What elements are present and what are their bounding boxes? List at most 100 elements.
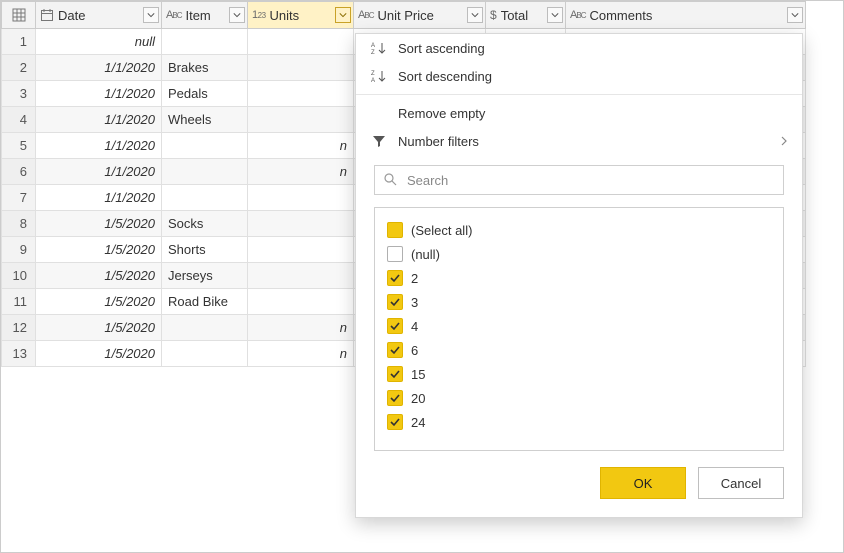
cell-date[interactable]: 1/5/2020 (36, 289, 162, 315)
row-number: 9 (2, 237, 36, 263)
cell-units[interactable] (248, 237, 354, 263)
filter-search-input[interactable] (405, 172, 775, 189)
cell-item[interactable]: Socks (162, 211, 248, 237)
cell-item[interactable]: Pedals (162, 81, 248, 107)
filter-value-row[interactable]: 6 (387, 338, 771, 362)
cell-units[interactable] (248, 81, 354, 107)
ok-button[interactable]: OK (600, 467, 686, 499)
menu-sort-descending[interactable]: ZA Sort descending (356, 62, 802, 90)
cell-item[interactable] (162, 315, 248, 341)
cell-date[interactable]: 1/5/2020 (36, 211, 162, 237)
column-header-total[interactable]: $ Total (486, 2, 566, 29)
filter-value-label: (Select all) (411, 223, 472, 238)
menu-remove-empty[interactable]: Remove empty (356, 99, 802, 127)
column-filter-button-units[interactable] (335, 7, 351, 23)
column-label: Units (270, 8, 331, 23)
column-header-date[interactable]: Date (36, 2, 162, 29)
text-type-icon: ABC (358, 9, 373, 21)
menu-label: Sort ascending (398, 41, 788, 56)
filter-value-label: (null) (411, 247, 440, 262)
cell-units[interactable]: n (248, 133, 354, 159)
cell-item[interactable] (162, 29, 248, 55)
column-header-comments[interactable]: ABC Comments (566, 2, 806, 29)
column-header-unit-price[interactable]: ABC Unit Price (354, 2, 486, 29)
column-filter-button-item[interactable] (229, 7, 245, 23)
cell-date[interactable]: 1/5/2020 (36, 263, 162, 289)
checkbox-icon[interactable] (387, 270, 403, 286)
svg-text:Z: Z (371, 71, 375, 77)
filter-value-row[interactable]: 2 (387, 266, 771, 290)
filter-value-row[interactable]: (null) (387, 242, 771, 266)
cell-date[interactable]: 1/5/2020 (36, 341, 162, 367)
chevron-right-icon (780, 134, 788, 149)
column-filter-button-total[interactable] (547, 7, 563, 23)
text-type-icon: ABC (570, 9, 585, 21)
cell-item[interactable] (162, 133, 248, 159)
column-filter-button-comments[interactable] (787, 7, 803, 23)
cell-units[interactable] (248, 107, 354, 133)
menu-number-filters[interactable]: Number filters (356, 127, 802, 155)
filter-value-row[interactable]: 3 (387, 290, 771, 314)
cell-units[interactable] (248, 211, 354, 237)
cell-item[interactable]: Jerseys (162, 263, 248, 289)
table-icon (2, 2, 35, 28)
cell-item[interactable]: Brakes (162, 55, 248, 81)
cell-item[interactable]: Wheels (162, 107, 248, 133)
cell-units[interactable] (248, 55, 354, 81)
menu-sort-ascending[interactable]: AZ Sort ascending (356, 34, 802, 62)
checkbox-icon[interactable] (387, 414, 403, 430)
row-number: 7 (2, 185, 36, 211)
menu-separator (356, 94, 802, 95)
filter-icon (370, 134, 388, 148)
checkbox-indeterminate-icon[interactable] (387, 222, 403, 238)
cell-date[interactable]: null (36, 29, 162, 55)
checkbox-icon[interactable] (387, 366, 403, 382)
cell-units[interactable]: n (248, 159, 354, 185)
cell-date[interactable]: 1/5/2020 (36, 237, 162, 263)
cell-item[interactable]: Shorts (162, 237, 248, 263)
checkbox-icon[interactable] (387, 318, 403, 334)
filter-value-label: 2 (411, 271, 418, 286)
filter-value-row[interactable]: 24 (387, 410, 771, 434)
cell-units[interactable] (248, 263, 354, 289)
filter-value-row[interactable]: 15 (387, 362, 771, 386)
cell-item[interactable] (162, 341, 248, 367)
checkbox-icon[interactable] (387, 390, 403, 406)
menu-label: Remove empty (398, 106, 788, 121)
cell-item[interactable]: Road Bike (162, 289, 248, 315)
filter-search-box[interactable] (374, 165, 784, 195)
cell-date[interactable]: 1/5/2020 (36, 315, 162, 341)
cell-item[interactable] (162, 185, 248, 211)
filter-select-all[interactable]: (Select all) (387, 218, 771, 242)
cell-date[interactable]: 1/1/2020 (36, 55, 162, 81)
cell-date[interactable]: 1/1/2020 (36, 159, 162, 185)
column-header-units[interactable]: 123 Units (248, 2, 354, 29)
menu-label: Sort descending (398, 69, 788, 84)
filter-value-row[interactable]: 4 (387, 314, 771, 338)
cell-date[interactable]: 1/1/2020 (36, 185, 162, 211)
date-type-icon (40, 8, 54, 22)
cell-units[interactable] (248, 185, 354, 211)
cancel-button[interactable]: Cancel (698, 467, 784, 499)
column-header-item[interactable]: ABC Item (162, 2, 248, 29)
filter-value-row[interactable]: 20 (387, 386, 771, 410)
cell-date[interactable]: 1/1/2020 (36, 107, 162, 133)
cell-date[interactable]: 1/1/2020 (36, 133, 162, 159)
cell-date[interactable]: 1/1/2020 (36, 81, 162, 107)
row-number: 12 (2, 315, 36, 341)
cell-units[interactable]: n (248, 315, 354, 341)
cell-units[interactable] (248, 29, 354, 55)
button-label: Cancel (721, 476, 761, 491)
checkbox-icon[interactable] (387, 294, 403, 310)
row-header-corner (2, 2, 36, 29)
column-filter-button-unit-price[interactable] (467, 7, 483, 23)
checkbox-icon[interactable] (387, 342, 403, 358)
column-filter-button-date[interactable] (143, 7, 159, 23)
currency-type-icon: $ (490, 8, 497, 22)
row-number: 4 (2, 107, 36, 133)
cell-units[interactable]: n (248, 341, 354, 367)
checkbox-icon[interactable] (387, 246, 403, 262)
cell-units[interactable] (248, 289, 354, 315)
row-number: 3 (2, 81, 36, 107)
cell-item[interactable] (162, 159, 248, 185)
